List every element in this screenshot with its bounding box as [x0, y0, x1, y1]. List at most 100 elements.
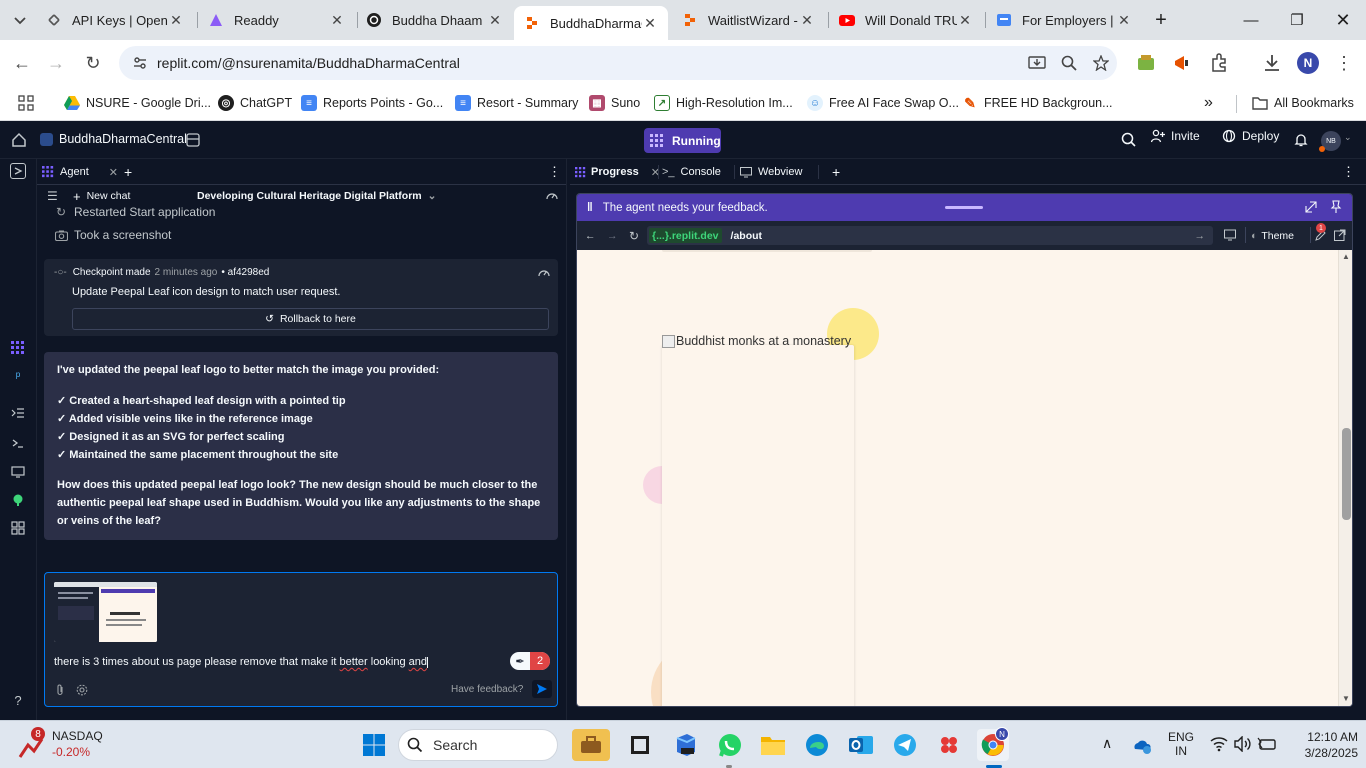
close-icon[interactable]: ✕ — [799, 12, 815, 29]
shell-icon[interactable] — [9, 434, 27, 452]
panel-menu-icon[interactable]: ⋮ — [1342, 159, 1355, 185]
webview-url-bar[interactable]: {...}.replit.dev /about → — [647, 226, 1213, 245]
site-viewport[interactable]: Buddhist monks at a monastery ▲ ▼ — [577, 250, 1352, 706]
input-language[interactable]: ENG IN — [1166, 730, 1196, 758]
bookmark-hd-background[interactable]: ✎ FREE HD Backgroun... — [962, 91, 1113, 115]
settings-gear-icon[interactable] — [76, 684, 88, 696]
help-icon[interactable]: ? — [9, 691, 27, 709]
add-tab-button[interactable]: + — [832, 159, 840, 185]
extension-icon[interactable] — [1136, 53, 1156, 73]
project-settings-icon[interactable] — [186, 133, 200, 147]
bookmark-suno[interactable]: ▦ Suno — [589, 91, 640, 115]
close-icon[interactable]: ✕ — [168, 12, 184, 29]
workflows-icon[interactable] — [9, 405, 27, 423]
search-icon[interactable] — [1121, 132, 1137, 148]
collapse-icon[interactable] — [1305, 201, 1317, 213]
tab-agent[interactable]: Agent ✕ — [42, 159, 118, 185]
tab-search-icon[interactable] — [12, 12, 28, 28]
project-name[interactable]: BuddhaDharmaCentral — [59, 132, 187, 146]
browser-tab-buddha-dhaam[interactable]: Buddha Dhaam ✕ — [356, 6, 513, 34]
stock-widget[interactable]: 8 — [14, 727, 46, 761]
new-tab-button[interactable]: + — [1147, 6, 1175, 34]
drag-handle[interactable] — [945, 206, 983, 209]
webview-reload-icon[interactable]: ↻ — [629, 229, 639, 243]
task-view-icon[interactable] — [624, 729, 656, 761]
invite-button[interactable]: Invite — [1151, 129, 1200, 143]
tab-webview[interactable]: Webview — [740, 159, 802, 185]
webview-forward-icon[interactable]: → — [607, 230, 618, 242]
restore-button[interactable]: ❐ — [1274, 0, 1320, 40]
chrome-taskbar-icon[interactable]: N — [977, 727, 1009, 761]
reload-button[interactable]: ↻ — [77, 47, 109, 79]
outlook-icon[interactable] — [845, 729, 877, 761]
tab-console[interactable]: >_ Console — [662, 159, 721, 185]
zoom-icon[interactable] — [1053, 55, 1085, 71]
bookmark-face-swap[interactable]: ☺ Free AI Face Swap O... — [807, 91, 959, 115]
message-input[interactable]: there is 3 times about us page please re… — [54, 656, 429, 668]
scrollbar[interactable]: ▲ ▼ — [1338, 250, 1352, 706]
have-feedback-link[interactable]: Have feedback? — [451, 684, 523, 695]
battery-icon[interactable] — [1257, 736, 1277, 754]
system-clock[interactable]: 12:10 AM 3/28/2025 — [1286, 729, 1358, 761]
pin-icon[interactable] — [1330, 200, 1342, 214]
forward-button[interactable]: → — [40, 47, 72, 79]
chrome-menu-icon[interactable]: ⋮ — [1335, 51, 1353, 75]
minimize-button[interactable]: — — [1228, 0, 1274, 40]
bookmark-high-resolution[interactable]: ↗ High-Resolution Im... — [654, 91, 793, 115]
close-icon[interactable]: ✕ — [329, 12, 345, 29]
grammar-checker-widget[interactable]: ✒ 2 — [510, 652, 550, 670]
show-hidden-icons[interactable]: ∧ — [1102, 735, 1112, 752]
megaphone-extension-icon[interactable] — [1172, 53, 1192, 73]
bookmark-reports-points[interactable]: ≡ Reports Points - Go... — [301, 91, 443, 115]
browser-tab-youtube[interactable]: Will Donald TRU ✕ — [829, 6, 983, 34]
hamburger-menu-icon[interactable]: ☰ — [47, 189, 58, 203]
scroll-up-arrow[interactable]: ▲ — [1342, 252, 1350, 261]
attach-icon[interactable] — [54, 684, 66, 696]
webview-back-icon[interactable]: ← — [585, 230, 596, 242]
browser-tab-employers[interactable]: For Employers | C ✕ — [986, 6, 1142, 34]
pause-icon[interactable]: ‖ — [587, 202, 593, 214]
notification-bell-icon[interactable] — [1294, 133, 1308, 147]
site-info-icon[interactable] — [129, 55, 151, 71]
app-icon[interactable] — [933, 729, 965, 761]
taskbar-search-box[interactable]: Search — [398, 729, 558, 761]
more-bookmarks-icon[interactable]: » — [1204, 91, 1213, 115]
go-icon[interactable]: → — [1195, 230, 1206, 242]
file-explorer-icon[interactable] — [757, 729, 789, 761]
close-icon[interactable]: ✕ — [487, 12, 503, 29]
close-icon[interactable]: ✕ — [957, 12, 973, 29]
chat-composer[interactable]: there is 3 times about us page please re… — [44, 572, 558, 707]
home-icon[interactable] — [11, 132, 27, 148]
rollback-button[interactable]: ↺ Rollback to here — [72, 308, 549, 330]
run-status-button[interactable]: Running — [644, 128, 721, 153]
open-new-window-icon[interactable] — [1334, 229, 1346, 241]
close-window-button[interactable]: ✕ — [1320, 0, 1366, 40]
packages-icon[interactable] — [9, 491, 27, 509]
wifi-icon[interactable] — [1210, 736, 1228, 754]
toolbox-app-icon[interactable] — [572, 729, 610, 761]
close-icon[interactable]: ✕ — [109, 166, 118, 179]
browser-tab-waitlistwizard[interactable]: WaitlistWizard - ✕ — [672, 6, 825, 34]
scrollbar-thumb[interactable] — [1342, 428, 1351, 520]
chevron-down-icon[interactable]: ⌄ — [1344, 132, 1352, 143]
microsoft365-icon[interactable] — [670, 729, 702, 761]
all-tools-icon[interactable] — [9, 519, 27, 537]
send-button[interactable] — [532, 680, 552, 698]
browser-tab-buddhadharma-active[interactable]: BuddhaDharmaC ✕ — [514, 6, 668, 40]
telegram-icon[interactable] — [889, 729, 921, 761]
profile-avatar[interactable]: N — [1297, 52, 1319, 74]
add-tab-button[interactable]: + — [124, 159, 132, 185]
bookmark-star-icon[interactable] — [1085, 55, 1117, 71]
apps-grid-icon[interactable] — [18, 95, 34, 111]
speedometer-icon[interactable] — [538, 267, 550, 279]
assistant-rail-icon[interactable]: ᵖ — [9, 367, 27, 385]
bookmark-chatgpt[interactable]: ◎ ChatGPT — [218, 91, 292, 115]
back-button[interactable]: ← — [6, 47, 38, 79]
chat-title-dropdown[interactable]: Developing Cultural Heritage Digital Pla… — [197, 190, 436, 202]
whatsapp-icon[interactable] — [714, 729, 746, 761]
deploy-button[interactable]: Deploy — [1222, 129, 1279, 143]
devtools-icon[interactable] — [1224, 229, 1236, 241]
install-app-icon[interactable] — [1021, 55, 1053, 71]
preview-icon[interactable] — [9, 463, 27, 481]
files-toggle-icon[interactable] — [10, 163, 26, 179]
